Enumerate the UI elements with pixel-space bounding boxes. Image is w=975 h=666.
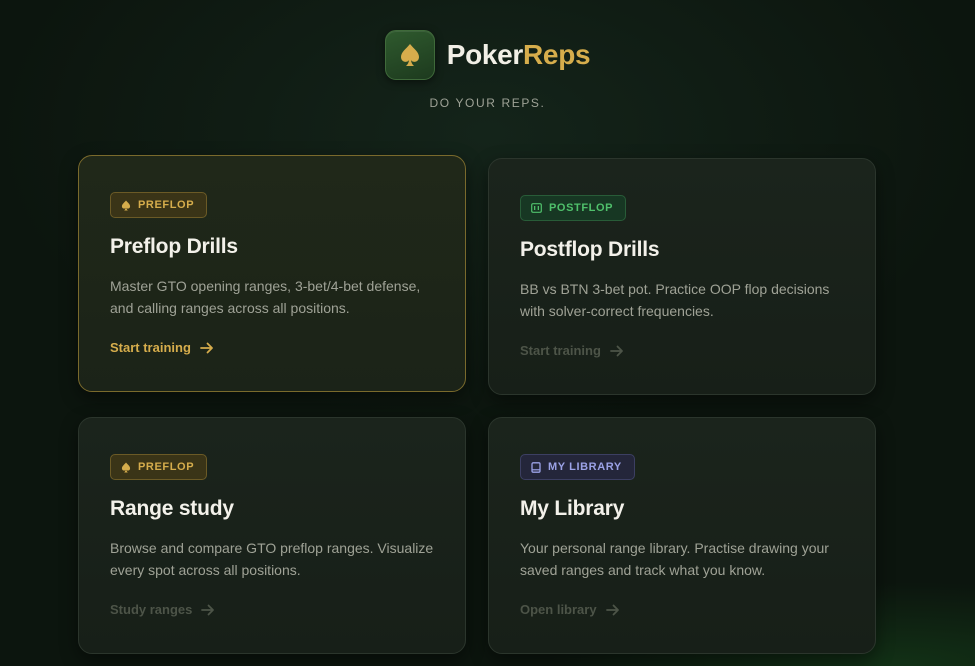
open-library-link[interactable]: Open library xyxy=(520,602,620,617)
badge-label: POSTFLOP xyxy=(549,202,614,214)
spade-icon xyxy=(121,462,131,472)
cta-label: Start training xyxy=(110,340,191,355)
start-training-link[interactable]: Start training xyxy=(520,343,624,358)
card-description: BB vs BTN 3-bet pot. Practice OOP flop d… xyxy=(520,281,830,319)
brand-name-part2: Reps xyxy=(523,39,591,70)
badge-preflop: PREFLOP xyxy=(110,454,208,480)
header: PokerReps DO YOUR REPS. xyxy=(0,30,975,110)
card-range-study[interactable]: PREFLOP Range study Browse and compare G… xyxy=(78,417,466,654)
card-description: Master GTO opening ranges, 3-bet/4-bet d… xyxy=(110,278,421,316)
card-postflop-drills[interactable]: POSTFLOP Postflop Drills BB vs BTN 3-bet… xyxy=(488,158,876,395)
card-title: Preflop Drills xyxy=(110,235,238,258)
card-description: Browse and compare GTO preflop ranges. V… xyxy=(110,540,434,578)
card-description: Your personal range library. Practise dr… xyxy=(520,540,829,578)
badge-my-library: MY LIBRARY xyxy=(520,454,635,480)
arrow-right-icon xyxy=(201,604,215,615)
card-preflop-drills[interactable]: PREFLOP Preflop Drills Master GTO openin… xyxy=(78,155,466,392)
badge-preflop: PREFLOP xyxy=(110,192,208,218)
brand-name: PokerReps xyxy=(447,39,591,71)
cta-label: Study ranges xyxy=(110,602,193,617)
card-title: Postflop Drills xyxy=(520,238,660,261)
card-title: My Library xyxy=(520,497,625,520)
badge-label: PREFLOP xyxy=(138,461,195,473)
book-icon xyxy=(531,461,541,473)
arrow-right-icon xyxy=(200,342,213,353)
cta-label: Start training xyxy=(520,343,601,358)
cards-icon xyxy=(531,203,542,213)
start-training-link[interactable]: Start training xyxy=(110,340,214,355)
brand[interactable]: PokerReps xyxy=(384,30,591,80)
spade-icon xyxy=(121,200,131,210)
badge-label: PREFLOP xyxy=(138,199,195,211)
brand-name-part1: Poker xyxy=(446,39,524,70)
badge-label: MY LIBRARY xyxy=(548,461,622,473)
card-title: Range study xyxy=(110,497,234,520)
card-my-library[interactable]: MY LIBRARY My Library Your personal rang… xyxy=(488,417,876,654)
tagline: DO YOUR REPS. xyxy=(429,96,546,110)
spade-icon xyxy=(400,44,419,66)
arrow-right-icon xyxy=(605,604,619,615)
cta-label: Open library xyxy=(520,602,597,617)
badge-postflop: POSTFLOP xyxy=(520,195,627,221)
logo xyxy=(384,30,435,80)
study-ranges-link[interactable]: Study ranges xyxy=(110,602,215,617)
arrow-right-icon xyxy=(610,345,623,356)
